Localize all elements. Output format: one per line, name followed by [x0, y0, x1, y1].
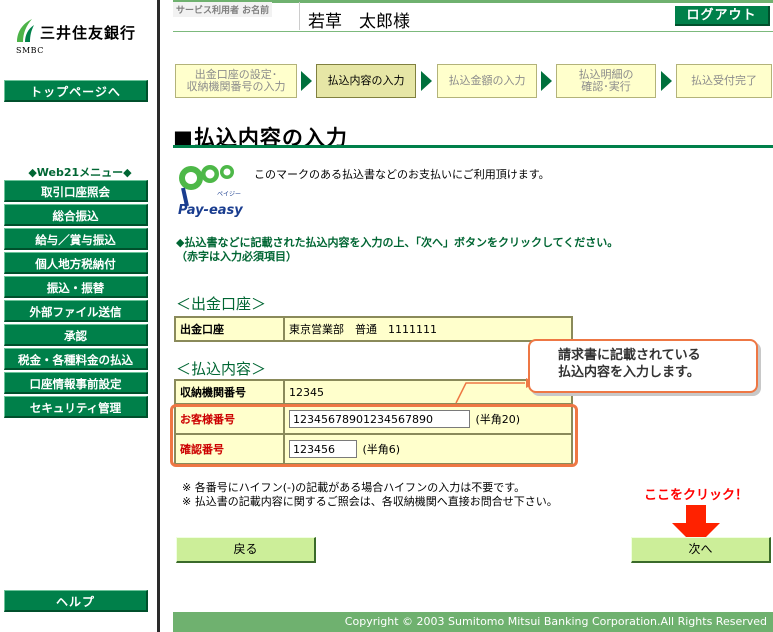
step-5-label: 払込受付完了	[691, 74, 757, 87]
table-row: 確認番号 (半角6)	[174, 433, 573, 465]
customer-number-label: お客様番号	[174, 403, 285, 435]
footer-copyright: Copyright © 2003 Sumitomo Mitsui Banking…	[173, 612, 773, 632]
step-3: 払込金額の入力	[437, 64, 537, 98]
callout-line2: 払込内容を入力します。	[558, 365, 700, 380]
sidebar: SMBC 三井住友銀行 トップページへ ◆Web21メニュー◆ 取引口座照会 総…	[0, 0, 160, 632]
payeasy-logo-text: Pay-easy	[178, 203, 243, 218]
withdrawal-table: 出金口座 東京営業部 普通 1111111	[174, 316, 573, 342]
menu-item-general-transfer[interactable]: 総合振込	[4, 204, 148, 226]
customer-number-hint: (半角20)	[475, 413, 521, 426]
step-5: 払込受付完了	[676, 64, 772, 98]
title-divider	[173, 145, 773, 148]
instruction-line2: （赤字は入力必須項目）	[176, 250, 297, 263]
web21-menu: 取引口座照会 総合振込 給与／賞与振込 個人地方税納付 振込・振替 外部ファイル…	[4, 180, 148, 420]
confirmation-number-hint: (半角6)	[362, 443, 401, 456]
step-2-label: 払込内容の入力	[327, 74, 405, 87]
help-button[interactable]: ヘルプ	[4, 590, 148, 612]
withdrawal-heading: ＜出金口座＞	[176, 295, 267, 313]
logout-button[interactable]: ログアウト	[675, 6, 770, 26]
step-arrow-icon	[301, 71, 312, 91]
user-name: 若草 太郎様	[308, 12, 410, 32]
bank-name: 三井住友銀行	[40, 24, 137, 42]
step-2-current: 払込内容の入力	[316, 64, 416, 98]
smbc-logo: SMBC 三井住友銀行	[14, 18, 154, 62]
withdrawal-value: 東京営業部 普通 1111111	[283, 316, 573, 342]
progress-steps: 出金口座の設定･ 収納機関番号の入力 払込内容の入力 払込金額の入力 払込明細の確…	[173, 64, 773, 98]
confirmation-number-label: 確認番号	[174, 433, 285, 465]
menu-heading: ◆Web21メニュー◆	[28, 166, 132, 179]
menu-item-tax-payment[interactable]: 税金・各種料金の払込	[4, 348, 148, 370]
callout-line1: 請求書に記載されている	[558, 348, 701, 363]
logo-abbr: SMBC	[16, 46, 44, 55]
withdrawal-label: 出金口座	[174, 316, 285, 342]
note-inquiry: ※ 払込書の記載内容に関するご照会は、各収納機関へ直接お問合せ下さい。	[182, 495, 558, 508]
menu-item-resident-tax[interactable]: 個人地方税納付	[4, 252, 148, 274]
menu-item-approval[interactable]: 承認	[4, 324, 148, 346]
step-arrow-icon	[421, 71, 432, 91]
customer-number-cell: (半角20)	[283, 403, 573, 435]
instruction-line1: ◆払込書などに記載された払込内容を入力の上、「次へ」ボタンをクリックしてください…	[176, 236, 619, 249]
back-button[interactable]: 戻る	[176, 537, 316, 563]
step-arrow-icon	[661, 71, 672, 91]
header-divider	[299, 2, 300, 30]
table-row: 出金口座 東京営業部 普通 1111111	[174, 316, 573, 342]
next-button[interactable]: 次へ	[631, 537, 771, 563]
notes: ※ 各番号にハイフン(-)の記載がある場合ハイフンの入力は不要です。 ※ 払込書…	[182, 481, 558, 509]
table-row: お客様番号 (半角20)	[174, 403, 573, 435]
payment-table: 収納機関番号 12345 お客様番号 (半角20) 確認番号 (半角6)	[174, 379, 573, 465]
instruction: ◆払込書などに記載された払込内容を入力の上、「次へ」ボタンをクリックしてください…	[176, 236, 618, 264]
note-hyphen: ※ 各番号にハイフン(-)の記載がある場合ハイフンの入力は不要です。	[182, 481, 526, 494]
user-label: サービス利用者 お名前	[173, 2, 273, 17]
step-1-line2: 収納機関番号の入力	[186, 80, 286, 93]
payeasy-logo-kana: ペイジー	[217, 191, 241, 198]
table-row: 収納機関番号 12345	[174, 379, 573, 405]
menu-item-account-inquiry[interactable]: 取引口座照会	[4, 180, 148, 202]
step-4-line2: 確認･実行	[581, 80, 631, 93]
confirmation-number-input[interactable]	[289, 440, 357, 458]
top-page-button[interactable]: トップページへ	[4, 80, 148, 102]
callout-tooltip: 請求書に記載されている 払込内容を入力します。	[528, 339, 758, 393]
menu-item-transfer[interactable]: 振込・振替	[4, 276, 148, 298]
smbc-logo-icon	[17, 19, 34, 42]
step-arrow-icon	[541, 71, 552, 91]
step-4: 払込明細の 確認･実行	[556, 64, 656, 98]
receiving-number-label: 収納機関番号	[174, 379, 285, 405]
payeasy-description: このマークのある払込書などのお支払いにご利用頂けます。	[254, 168, 550, 181]
header: サービス利用者 お名前 若草 太郎様 ログアウト	[173, 0, 773, 32]
step-1: 出金口座の設定･ 収納機関番号の入力	[175, 64, 297, 98]
payment-heading: ＜払込内容＞	[176, 360, 267, 378]
menu-item-file-send[interactable]: 外部ファイル送信	[4, 300, 148, 322]
payeasy-logo-icon: Pay-easy ペイジー	[178, 165, 243, 218]
click-here-label: ここをクリック！	[644, 488, 749, 503]
menu-item-security[interactable]: セキュリティ管理	[4, 396, 148, 418]
step-3-label: 払込金額の入力	[448, 74, 526, 87]
confirmation-number-cell: (半角6)	[283, 433, 573, 465]
customer-number-input[interactable]	[289, 410, 470, 428]
menu-item-account-setup[interactable]: 口座情報事前設定	[4, 372, 148, 394]
menu-item-salary-transfer[interactable]: 給与／賞与振込	[4, 228, 148, 250]
